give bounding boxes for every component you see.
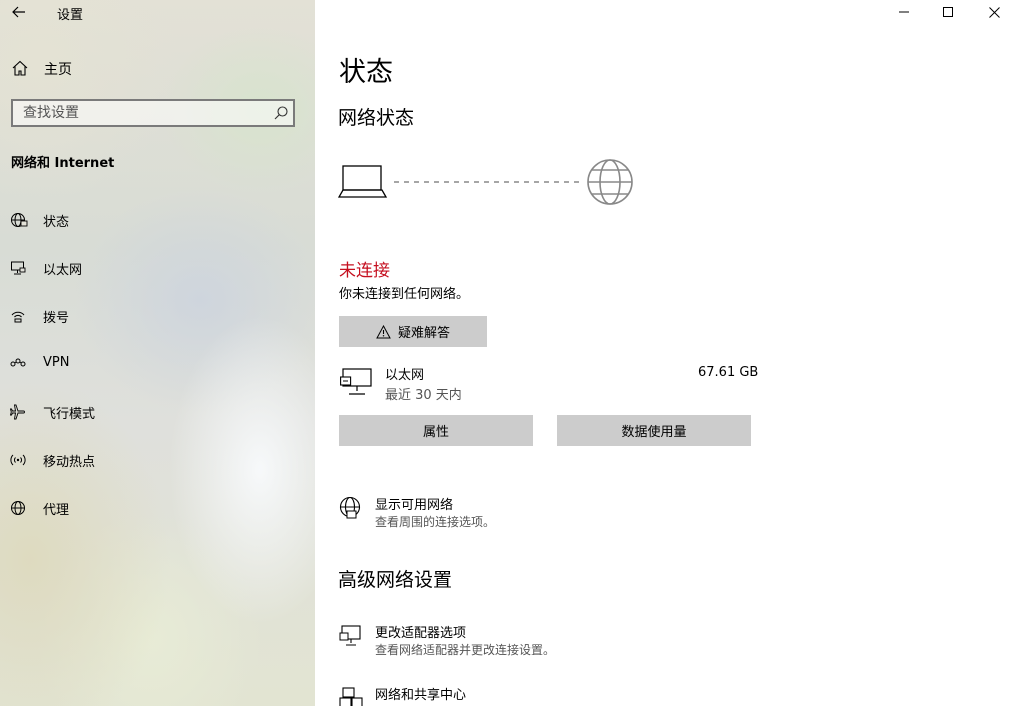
- minimize-icon: [899, 11, 909, 13]
- sidebar-item-label: 移动热点: [43, 455, 96, 470]
- connection-name: 以太网: [385, 368, 425, 383]
- search-input[interactable]: [13, 101, 273, 125]
- app-title: 设置: [57, 8, 84, 23]
- properties-button[interactable]: 属性: [339, 415, 533, 446]
- show-networks-title: 显示可用网络: [375, 498, 454, 513]
- change-adapter-options-link[interactable]: 更改适配器选项 查看网络适配器并更改连接设置。: [339, 622, 839, 662]
- proxy-globe-icon: [11, 501, 25, 515]
- hotspot-icon: [10, 454, 26, 466]
- search-icon[interactable]: [273, 105, 289, 121]
- warning-icon: [376, 324, 391, 338]
- sidebar-item-airplane-mode[interactable]: 飞行模式: [0, 392, 315, 432]
- show-available-networks-link[interactable]: 显示可用网络 查看周围的连接选项。: [339, 494, 839, 534]
- sidebar-item-label: 以太网: [43, 263, 83, 278]
- network-sharing-center-link[interactable]: 网络和共享中心: [339, 684, 839, 706]
- close-icon: [988, 6, 1000, 18]
- sharing-center-title: 网络和共享中心: [375, 688, 467, 703]
- maximize-icon: [943, 7, 953, 17]
- connection-data-usage: 67.61 GB: [698, 365, 759, 380]
- main-content: 状态 网络状态 未连接 你未连接到任何网络。 疑难解答 以太网 最近 30 天内…: [315, 0, 1011, 706]
- section-title: 网络和 Internet: [11, 156, 115, 171]
- sidebar-item-label: 代理: [43, 503, 70, 518]
- sidebar-item-label: 飞行模式: [43, 407, 96, 422]
- dialup-icon: [11, 311, 25, 323]
- sidebar-item-proxy[interactable]: 代理: [0, 488, 315, 528]
- sidebar-item-dialup[interactable]: 拨号: [0, 296, 315, 336]
- search-box[interactable]: [11, 99, 295, 127]
- adapter-options-title: 更改适配器选项: [375, 626, 467, 641]
- ethernet-adapter-icon: [340, 368, 372, 395]
- network-status-heading: 网络状态: [338, 107, 415, 129]
- home-icon: [12, 60, 28, 76]
- sidebar-item-home[interactable]: 主页: [0, 52, 315, 84]
- back-button[interactable]: [8, 0, 30, 24]
- sidebar: 设置 主页 网络和 Internet 状态 以太网: [0, 0, 315, 706]
- status-globe-icon: [11, 213, 28, 227]
- sidebar-item-label: 拨号: [43, 311, 70, 326]
- connection-status-text: 未连接: [339, 261, 390, 281]
- advanced-settings-heading: 高级网络设置: [338, 569, 453, 591]
- minimize-button[interactable]: [881, 0, 927, 24]
- ethernet-icon: [11, 261, 26, 275]
- troubleshoot-button[interactable]: 疑难解答: [339, 316, 487, 347]
- network-adapter-icon: [339, 625, 361, 646]
- network-status-diagram: [338, 159, 633, 205]
- sidebar-item-status[interactable]: 状态: [0, 200, 315, 240]
- internet-globe-icon: [587, 159, 633, 205]
- sidebar-item-label: 主页: [44, 62, 72, 78]
- sidebar-item-label: VPN: [43, 355, 70, 370]
- data-usage-button[interactable]: 数据使用量: [557, 415, 751, 446]
- available-networks-globe-icon: [339, 496, 361, 519]
- airplane-icon: [10, 404, 25, 420]
- close-button[interactable]: [971, 0, 1011, 24]
- vpn-icon: [10, 358, 26, 367]
- back-arrow-icon: [12, 6, 25, 18]
- show-networks-subtitle: 查看周围的连接选项。: [375, 515, 496, 529]
- adapter-options-subtitle: 查看网络适配器并更改连接设置。: [375, 643, 556, 657]
- maximize-button[interactable]: [925, 0, 971, 24]
- sidebar-item-mobile-hotspot[interactable]: 移动热点: [0, 440, 315, 480]
- sidebar-item-ethernet[interactable]: 以太网: [0, 248, 315, 288]
- laptop-icon: [338, 165, 388, 198]
- connection-period: 最近 30 天内: [385, 388, 462, 403]
- troubleshoot-label: 疑难解答: [397, 326, 450, 341]
- sidebar-item-label: 状态: [43, 215, 70, 230]
- page-title: 状态: [339, 57, 393, 88]
- sharing-center-icon: [339, 687, 363, 706]
- sidebar-item-vpn[interactable]: VPN: [0, 344, 315, 384]
- connection-status-description: 你未连接到任何网络。: [339, 287, 470, 302]
